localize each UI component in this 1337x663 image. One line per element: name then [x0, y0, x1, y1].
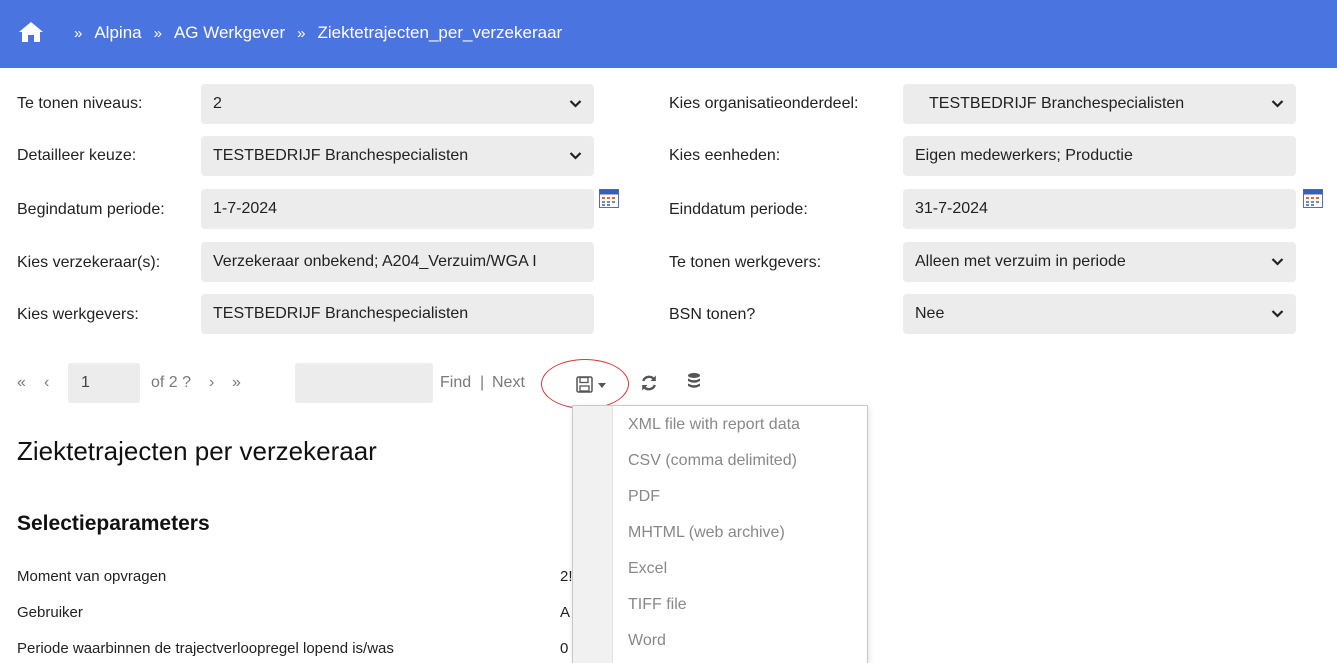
top-navigation-bar: » Alpina » AG Werkgever » Ziektetrajecte…	[0, 0, 1337, 68]
niveaus-select[interactable]: 2	[201, 84, 594, 124]
breadcrumb-ag-werkgever[interactable]: AG Werkgever	[174, 23, 285, 43]
find-divider: |	[480, 374, 485, 391]
tonen-werkgevers-select[interactable]: Alleen met verzuim in periode	[903, 242, 1296, 282]
report-row-label: Gebruiker	[17, 604, 83, 621]
report-row-value: 0	[560, 640, 569, 657]
report-row-value: A	[560, 604, 571, 621]
report-row-value: 2!	[560, 568, 573, 585]
breadcrumb-alpina[interactable]: Alpina	[94, 23, 141, 43]
page-number-input[interactable]: 1	[68, 363, 140, 403]
export-mhtml-option[interactable]: MHTML (web archive)	[628, 524, 785, 542]
verzekeraar-label: Kies verzekeraar(s):	[17, 254, 161, 271]
last-page-button[interactable]: »	[232, 374, 241, 392]
niveaus-label: Te tonen niveaus:	[17, 95, 143, 112]
bsn-label: BSN tonen?	[669, 306, 756, 323]
export-menu: XML file with report data CSV (comma del…	[572, 405, 868, 663]
werkgevers-value: TESTBEDRIJF Branchespecialisten	[213, 305, 469, 322]
export-tiff-option[interactable]: TIFF file	[628, 596, 687, 614]
einddatum-label: Einddatum periode:	[669, 201, 808, 218]
eenheden-select[interactable]: Eigen medewerkers; Productie	[903, 136, 1296, 176]
breadcrumb-current-report[interactable]: Ziektetrajecten_per_verzekeraar	[317, 23, 562, 43]
einddatum-input[interactable]: 31-7-2024	[903, 189, 1296, 229]
verzekeraar-value: Verzekeraar onbekend; A204_Verzuim/WGA I	[213, 253, 537, 270]
export-excel-option[interactable]: Excel	[628, 560, 667, 578]
first-page-button[interactable]: «	[17, 374, 26, 392]
breadcrumb-separator: »	[74, 24, 83, 42]
calendar-icon[interactable]	[599, 189, 619, 208]
eenheden-label: Kies eenheden:	[669, 147, 781, 164]
export-xml-option[interactable]: XML file with report data	[628, 416, 800, 434]
report-title: Ziektetrajecten per verzekeraar	[17, 436, 377, 466]
chevron-down-icon	[1271, 100, 1284, 108]
breadcrumb-separator: »	[297, 24, 306, 42]
verzekeraar-select[interactable]: Verzekeraar onbekend; A204_Verzuim/WGA I	[201, 242, 594, 282]
breadcrumb-separator: »	[153, 24, 162, 42]
begindatum-label: Begindatum periode:	[17, 201, 165, 218]
breadcrumb: » Alpina » AG Werkgever » Ziektetrajecte…	[62, 23, 562, 43]
tonen-werkgevers-label: Te tonen werkgevers:	[669, 254, 822, 271]
chevron-down-icon	[1271, 310, 1284, 318]
calendar-icon[interactable]	[1303, 189, 1323, 208]
page-count: of 2 ?	[151, 374, 192, 391]
report-row-label: Moment van opvragen	[17, 568, 167, 585]
werkgevers-label: Kies werkgevers:	[17, 306, 139, 323]
chevron-down-icon	[569, 100, 582, 108]
database-icon[interactable]	[687, 372, 701, 392]
einddatum-value: 31-7-2024	[915, 200, 988, 217]
tonen-werkgevers-value: Alleen met verzuim in periode	[915, 253, 1126, 270]
refresh-icon[interactable]	[640, 374, 658, 392]
section-title: Selectieparameters	[17, 512, 210, 535]
menu-icon-gutter	[573, 406, 613, 663]
begindatum-input[interactable]: 1-7-2024	[201, 189, 594, 229]
find-button[interactable]: Find	[440, 374, 471, 392]
chevron-down-icon	[569, 152, 582, 160]
eenheden-value: Eigen medewerkers; Productie	[915, 147, 1133, 164]
highlight-circle	[541, 359, 629, 409]
export-pdf-option[interactable]: PDF	[628, 488, 660, 506]
export-csv-option[interactable]: CSV (comma delimited)	[628, 452, 797, 470]
chevron-down-icon	[1271, 258, 1284, 266]
export-word-option[interactable]: Word	[628, 632, 666, 650]
detail-value: TESTBEDRIJF Branchespecialisten	[213, 147, 469, 164]
detail-label: Detailleer keuze:	[17, 147, 137, 164]
begindatum-value: 1-7-2024	[213, 200, 278, 217]
find-next-button[interactable]: Next	[492, 374, 525, 392]
report-row-label: Periode waarbinnen de trajectverlooprege…	[17, 640, 394, 657]
org-select[interactable]: TESTBEDRIJF Branchespecialisten	[903, 84, 1296, 124]
previous-page-button[interactable]: ‹	[44, 374, 49, 392]
org-value: TESTBEDRIJF Branchespecialisten	[929, 95, 1185, 112]
niveaus-value: 2	[213, 95, 222, 112]
next-page-button[interactable]: ›	[209, 374, 214, 392]
werkgevers-select[interactable]: TESTBEDRIJF Branchespecialisten	[201, 294, 594, 334]
page-number-value: 1	[81, 374, 90, 391]
home-icon[interactable]	[18, 21, 44, 43]
bsn-value: Nee	[915, 305, 945, 322]
org-label: Kies organisatieonderdeel:	[669, 95, 859, 112]
find-input[interactable]	[295, 363, 433, 403]
report-toolbar: « ‹ 1 of 2 ? › » Find | Next	[0, 350, 1337, 410]
detail-select[interactable]: TESTBEDRIJF Branchespecialisten	[201, 136, 594, 176]
bsn-select[interactable]: Nee	[903, 294, 1296, 334]
